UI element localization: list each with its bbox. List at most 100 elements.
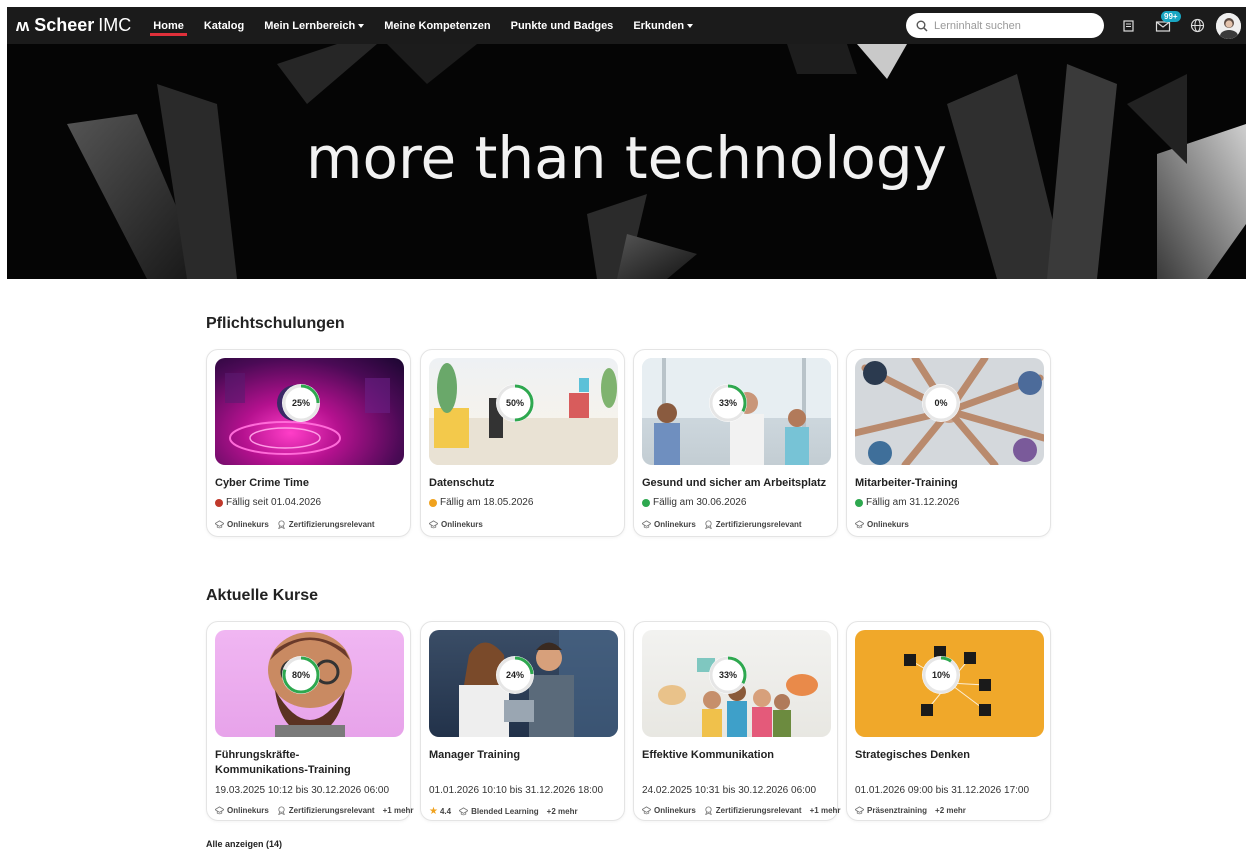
logo[interactable]: ʍ Scheer IMC bbox=[16, 15, 131, 36]
tag-onlinekurs: Onlinekurs bbox=[215, 806, 269, 815]
course-card[interactable]: 10% Strategisches Denken 01.01.2026 09:0… bbox=[846, 621, 1051, 821]
status-dot-icon bbox=[429, 498, 437, 507]
due-date-text: Fällig am 31.12.2026 bbox=[866, 497, 960, 508]
tag-zertifizierung: Zertifizierungsrelevant bbox=[277, 520, 375, 529]
tag-onlinekurs: Onlinekurs bbox=[855, 520, 909, 529]
progress-percent: 33% bbox=[718, 670, 737, 680]
course-tags: Onlinekurs Zertifizierungsrelevant bbox=[215, 520, 383, 529]
tag-label: Blended Learning bbox=[471, 807, 539, 816]
chevron-down-icon bbox=[358, 23, 365, 28]
course-title[interactable]: Strategisches Denken bbox=[855, 748, 1045, 763]
due-status: Fällig seit 01.04.2026 bbox=[215, 497, 321, 508]
due-status: Fällig am 18.05.2026 bbox=[429, 497, 533, 508]
more-tags[interactable]: +1 mehr bbox=[810, 806, 841, 815]
section-title-aktuelle-kurse: Aktuelle Kurse bbox=[206, 587, 319, 604]
course-card[interactable]: 50% Datenschutz Fällig am 18.05.2026 Onl… bbox=[420, 349, 625, 537]
more-tags[interactable]: +2 mehr bbox=[547, 807, 578, 816]
hero-headline: more than technology bbox=[306, 124, 947, 192]
mortarboard-icon bbox=[855, 520, 864, 529]
progress-percent: 33% bbox=[718, 398, 737, 408]
mail-icon[interactable]: 99+ bbox=[1148, 10, 1181, 41]
mortarboard-icon bbox=[215, 806, 224, 815]
nav-icons: 99+ bbox=[1110, 7, 1246, 44]
status-dot-icon bbox=[215, 498, 223, 507]
tag-label: Zertifizierungsrelevant bbox=[715, 520, 802, 529]
tag-label: Zertifizierungsrelevant bbox=[288, 806, 375, 815]
tag-zertifizierung: Zertifizierungsrelevant bbox=[704, 806, 802, 815]
due-date-text: Fällig am 18.05.2026 bbox=[440, 497, 534, 508]
status-dot-icon bbox=[642, 498, 650, 507]
mortarboard-icon bbox=[642, 520, 651, 529]
mortarboard-icon bbox=[215, 520, 224, 529]
course-date-range: 01.01.2026 09:00 bis 31.12.2026 17:00 bbox=[855, 785, 1030, 796]
nav-punkte-und-badges[interactable]: Punkte und Badges bbox=[511, 20, 614, 32]
course-tags: Präsenztraining +2 mehr bbox=[855, 806, 966, 815]
course-card[interactable]: 80% Führungskräfte-Kommunikations-Traini… bbox=[206, 621, 414, 821]
nav-erkunden-label: Erkunden bbox=[633, 19, 685, 32]
tag-praesenztraining: Präsenztraining bbox=[855, 806, 927, 815]
tag-label: Onlinekurs bbox=[227, 806, 269, 815]
due-date-text: Fällig seit 01.04.2026 bbox=[226, 497, 322, 508]
section-title-pflichtschulungen: Pflichtschulungen bbox=[206, 315, 345, 332]
tag-zertifizierung: Zertifizierungsrelevant bbox=[704, 520, 802, 529]
course-card[interactable]: 33% Gesund und sicher am Arbeitsplatz Fä… bbox=[633, 349, 838, 537]
nav-home-label: Home bbox=[153, 19, 184, 32]
mortarboard-icon bbox=[642, 806, 651, 815]
search-box[interactable] bbox=[906, 13, 1104, 38]
globe-icon[interactable] bbox=[1182, 11, 1212, 41]
course-title[interactable]: Effektive Kommunikation bbox=[642, 748, 832, 763]
mortarboard-icon bbox=[459, 807, 469, 816]
course-title[interactable]: Cyber Crime Time bbox=[215, 476, 405, 491]
chevron-down-icon bbox=[687, 23, 694, 28]
tag-label: Präsenztraining bbox=[867, 806, 928, 815]
notification-badge: 99+ bbox=[1161, 10, 1181, 22]
progress-percent: 10% bbox=[931, 670, 950, 680]
tag-onlinekurs: Onlinekurs bbox=[642, 520, 696, 529]
course-date-range: 19.03.2025 10:12 bis 30.12.2026 06:00 bbox=[215, 785, 390, 796]
logo-mark: ʍ bbox=[16, 15, 29, 35]
tag-blended-learning: Blended Learning bbox=[459, 807, 539, 816]
search-input[interactable] bbox=[934, 19, 1094, 32]
course-tags: Onlinekurs bbox=[429, 520, 491, 529]
book-icon[interactable] bbox=[1114, 11, 1144, 41]
tag-label: Onlinekurs bbox=[441, 520, 483, 529]
more-tags[interactable]: +1 mehr bbox=[383, 806, 414, 815]
progress-percent: 0% bbox=[934, 398, 948, 408]
course-title[interactable]: Führungskräfte-Kommunikations-Training bbox=[215, 748, 385, 778]
nav-katalog[interactable]: Katalog bbox=[204, 20, 244, 32]
certificate-icon bbox=[278, 806, 285, 815]
course-card[interactable]: 0% Mitarbeiter-Training Fällig am 31.12.… bbox=[846, 349, 1051, 537]
nav-meine-kompetenzen-label: Meine Kompetenzen bbox=[384, 19, 491, 32]
nav-mein-lernbereich[interactable]: Mein Lernbereich bbox=[264, 19, 365, 32]
due-status: Fällig am 31.12.2026 bbox=[855, 497, 959, 508]
progress-percent: 50% bbox=[505, 398, 524, 408]
rating: ★ 4.4 bbox=[429, 806, 451, 817]
show-all-link[interactable]: Alle anzeigen (14) bbox=[206, 839, 282, 849]
avatar[interactable] bbox=[1216, 11, 1246, 41]
course-title[interactable]: Mitarbeiter-Training bbox=[855, 476, 1045, 491]
course-date-range: 24.02.2025 10:31 bis 30.12.2026 06:00 bbox=[642, 785, 817, 796]
course-card[interactable]: 33% Effektive Kommunikation 24.02.2025 1… bbox=[633, 621, 841, 821]
mortarboard-icon bbox=[429, 520, 438, 529]
course-title[interactable]: Gesund und sicher am Arbeitsplatz bbox=[642, 476, 832, 491]
course-tags: ★ 4.4 Blended Learning +2 mehr bbox=[429, 806, 578, 817]
nav-erkunden[interactable]: Erkunden bbox=[633, 19, 694, 32]
rating-value: 4.4 bbox=[439, 807, 452, 816]
top-navigation: ʍ Scheer IMC Home Katalog Mein Lernberei… bbox=[7, 7, 1246, 44]
progress-percent: 25% bbox=[291, 398, 310, 408]
tag-label: Onlinekurs bbox=[867, 520, 909, 529]
nav-meine-kompetenzen[interactable]: Meine Kompetenzen bbox=[384, 20, 490, 32]
hero-banner: more than technology bbox=[7, 44, 1246, 279]
course-title[interactable]: Manager Training bbox=[429, 748, 619, 763]
tag-onlinekurs: Onlinekurs bbox=[215, 520, 269, 529]
course-card[interactable]: 25% Cyber Crime Time Fällig seit 01.04.2… bbox=[206, 349, 411, 537]
certificate-icon bbox=[278, 520, 285, 529]
nav-mein-lernbereich-label: Mein Lernbereich bbox=[264, 19, 356, 32]
course-card[interactable]: 24% Manager Training 01.01.2026 10:10 bi… bbox=[420, 621, 625, 821]
tag-onlinekurs: Onlinekurs bbox=[429, 520, 483, 529]
more-tags[interactable]: +2 mehr bbox=[935, 806, 966, 815]
nav-home[interactable]: Home bbox=[150, 19, 187, 36]
course-title[interactable]: Datenschutz bbox=[429, 476, 619, 491]
progress-percent: 24% bbox=[505, 670, 524, 680]
due-status: Fällig am 30.06.2026 bbox=[642, 497, 746, 508]
